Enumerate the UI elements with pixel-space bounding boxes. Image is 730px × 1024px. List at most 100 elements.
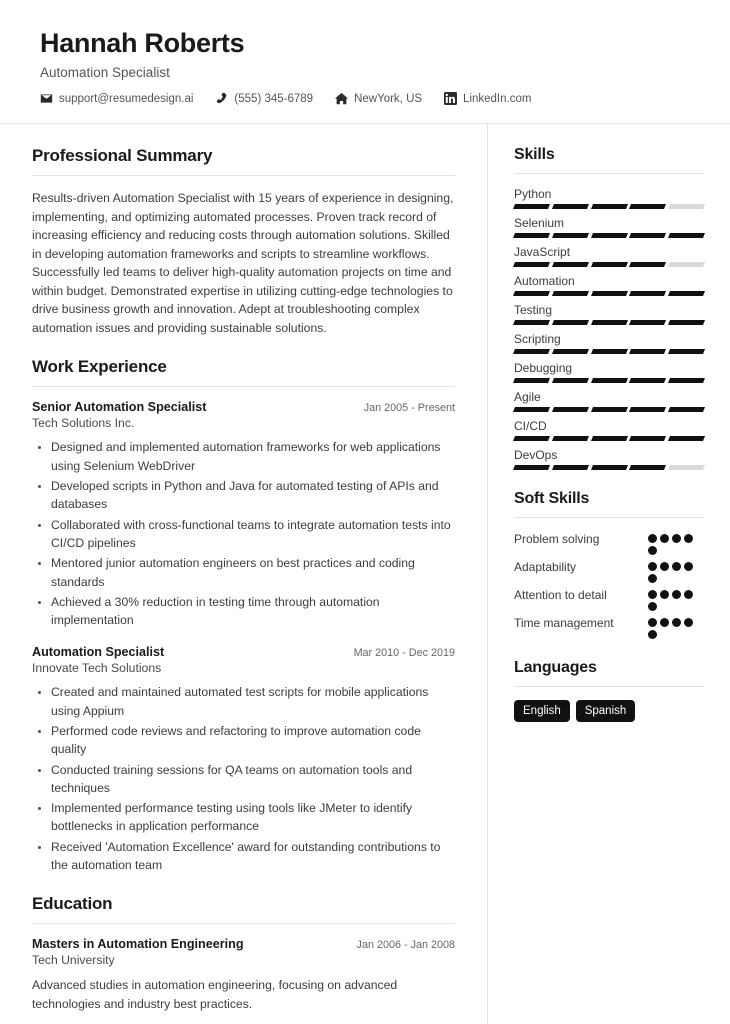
soft-skills-list: Problem solving Adaptability Attention to …: [514, 531, 704, 640]
soft-skill-dot: [648, 574, 657, 584]
soft-skill-label: Adaptability: [514, 560, 577, 575]
work-entry-head: Automation Specialist Mar 2010 - Dec 201…: [32, 645, 455, 659]
skill-item: Python: [512, 187, 705, 210]
skill-bar-segment: [590, 349, 628, 355]
skill-item: Debugging: [512, 361, 705, 384]
work-role: Senior Automation Specialist: [32, 400, 207, 415]
section-divider: [32, 923, 455, 925]
soft-skill-dot: [648, 602, 657, 612]
candidate-name: Hannah Roberts: [40, 28, 245, 58]
skill-level-bar: [512, 436, 705, 442]
skill-bar-segment: [629, 407, 667, 413]
skill-level-bar: [512, 262, 705, 268]
work-org: Tech Solutions Inc.: [32, 416, 135, 431]
skill-level-bar: [512, 407, 705, 413]
education-date: Jan 2006 - Jan 2008: [356, 939, 455, 952]
skill-item: Automation: [512, 274, 705, 297]
education-degree: Masters in Automation Engineering: [32, 937, 244, 952]
skill-level-bar: [512, 204, 705, 210]
contact-phone-text: (555) 345-6789: [234, 92, 314, 105]
soft-skill-item: Attention to detail: [514, 587, 704, 612]
contact-phone[interactable]: (555) 345-6789: [215, 92, 313, 105]
phone-icon: [215, 92, 228, 105]
soft-skill-dot: [648, 618, 657, 628]
skill-bar-segment: [629, 204, 667, 210]
skills-list: Python Selenium JavaScript Automation Testin…: [512, 187, 705, 471]
work-bullet: Performed code reviews and refactoring t…: [51, 722, 455, 759]
work-bullets: Created and maintained automated test sc…: [32, 683, 455, 874]
skill-bar-segment: [551, 465, 589, 471]
soft-skill-label: Problem solving: [514, 532, 600, 547]
work-entry: Senior Automation Specialist Jan 2005 - …: [32, 400, 455, 629]
section-soft-skills: Soft Skills Problem solving Adaptability A…: [514, 490, 704, 640]
skill-bar-segment: [590, 465, 628, 471]
work-org: Innovate Tech Solutions: [32, 661, 162, 676]
home-icon: [335, 92, 349, 105]
skill-bar-segment: [629, 465, 667, 471]
skill-label: Selenium: [514, 216, 565, 231]
soft-skill-dot: [672, 534, 681, 544]
section-title-education: Education: [32, 894, 113, 914]
contact-linkedin-text: LinkedIn.com: [463, 92, 532, 105]
contact-email[interactable]: support@resumedesign.ai: [40, 92, 193, 105]
soft-skill-dot: [672, 562, 681, 572]
skill-bar-segment: [668, 465, 705, 471]
skill-bar-segment: [668, 407, 705, 413]
skill-bar-segment: [512, 291, 550, 297]
contact-linkedin[interactable]: LinkedIn.com: [444, 92, 532, 106]
soft-skill-item: Time management: [514, 615, 704, 640]
sidebar-column: Skills Python Selenium JavaScript Automatio…: [487, 124, 730, 1024]
section-work-experience: Work Experience Senior Automation Specia…: [32, 357, 455, 874]
soft-skill-dot: [648, 546, 657, 556]
skill-item: Testing: [512, 303, 705, 326]
section-title-summary: Professional Summary: [32, 146, 213, 166]
skill-bar-segment: [629, 349, 667, 355]
soft-skill-dot: [672, 590, 681, 600]
skill-bar-segment: [551, 204, 589, 210]
soft-skill-dot: [660, 562, 669, 572]
skill-bar-segment: [629, 378, 667, 384]
skill-level-bar: [512, 233, 705, 239]
education-entry: Masters in Automation Engineering Jan 20…: [32, 937, 455, 1013]
work-bullet: Conducted training sessions for QA teams…: [51, 761, 455, 798]
skill-bar-segment: [629, 320, 667, 326]
skill-bar-segment: [629, 262, 667, 268]
skill-bar-segment: [668, 320, 705, 326]
skill-bar-segment: [551, 320, 589, 326]
work-entry: Automation Specialist Mar 2010 - Dec 201…: [32, 645, 455, 874]
candidate-job-title: Automation Specialist: [40, 65, 170, 81]
section-professional-summary: Professional Summary Results-driven Auto…: [32, 146, 455, 337]
skill-bar-segment: [512, 378, 550, 384]
section-divider: [32, 386, 455, 388]
skill-bar-segment: [590, 320, 628, 326]
section-divider: [514, 517, 704, 519]
section-title-languages: Languages: [514, 659, 597, 677]
skill-bar-segment: [512, 349, 550, 355]
skill-bar-segment: [512, 436, 550, 442]
contact-location[interactable]: NewYork, US: [335, 92, 422, 105]
skill-bar-segment: [590, 436, 628, 442]
skill-bar-segment: [551, 378, 589, 384]
skill-bar-segment: [512, 320, 550, 326]
skill-bar-segment: [668, 378, 705, 384]
skill-label: Agile: [514, 390, 541, 405]
skill-bar-segment: [551, 436, 589, 442]
skill-bar-segment: [668, 233, 705, 239]
skill-level-bar: [512, 349, 705, 355]
contact-location-text: NewYork, US: [354, 92, 423, 105]
skill-level-bar: [512, 291, 705, 297]
resume-body: Professional Summary Results-driven Auto…: [0, 124, 730, 1024]
section-divider: [514, 686, 704, 688]
resume-header: Hannah Roberts Automation Specialist sup…: [0, 0, 730, 125]
education-description: Advanced studies in automation engineeri…: [32, 978, 398, 1011]
soft-skill-dot: [660, 534, 669, 544]
work-bullets: Designed and implemented automation fram…: [32, 438, 455, 629]
skill-label: Scripting: [514, 332, 561, 347]
soft-skill-dot: [684, 562, 693, 572]
work-bullet: Collaborated with cross-functional teams…: [51, 516, 455, 553]
skill-label: Automation: [514, 274, 575, 289]
language-pill: English: [514, 700, 570, 723]
skill-item: JavaScript: [512, 245, 705, 268]
section-divider: [32, 175, 455, 177]
skill-bar-segment: [512, 204, 550, 210]
